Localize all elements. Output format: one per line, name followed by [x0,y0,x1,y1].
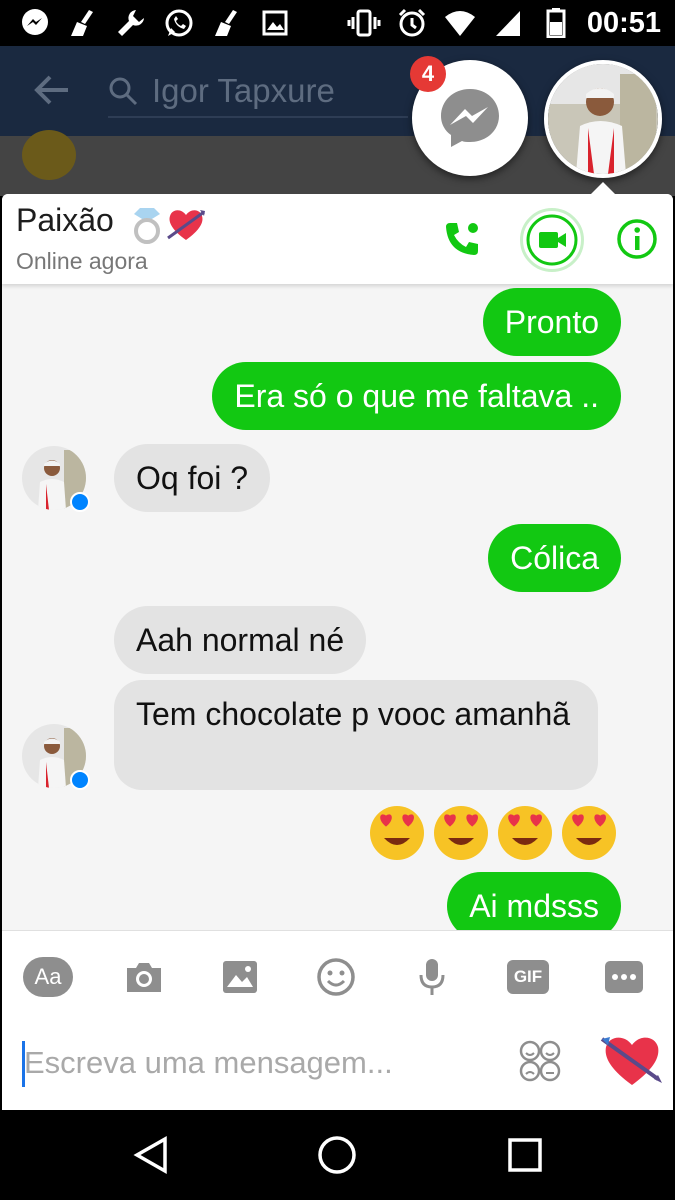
navigation-bar [0,1110,675,1200]
back-icon [133,1135,167,1175]
whatsapp-icon [162,8,196,38]
search-icon [109,77,138,106]
tongue-emoji-icon [22,130,76,180]
messenger-badge-icon [70,492,90,512]
stickers-button[interactable] [518,1039,562,1083]
text-style-button[interactable]: Aa [20,951,76,1003]
message-outgoing[interactable]: Pronto [482,288,621,356]
camera-button[interactable] [116,951,172,1003]
heart-eyes-emoji-icon [562,806,616,860]
recents-icon [508,1138,542,1172]
contact-name[interactable]: Paixão [16,202,114,239]
message-outgoing[interactable]: Cólica [488,524,621,592]
message-outgoing[interactable]: Era só o que me faltava .. [212,362,621,430]
composer-toolbar: Aa GIF [2,941,673,1011]
gallery-icon [223,961,257,993]
composer: Aa GIF [2,930,673,1110]
message-input[interactable] [24,1035,484,1091]
messenger-logo-icon [441,89,499,147]
heart-arrow-emoji-icon [600,1037,662,1085]
video-icon [526,214,578,266]
more-button[interactable] [596,951,652,1003]
contact-name-emojis [130,204,206,244]
camera-icon [127,963,161,992]
battery-icon [539,8,573,38]
broom-icon [210,8,244,38]
back-arrow-icon[interactable] [30,68,74,112]
message-incoming[interactable]: Oq foi ? [114,444,271,512]
home-button[interactable] [314,1132,360,1178]
broom-icon [66,8,100,38]
heart-eyes-emoji-icon [434,806,488,860]
voice-button[interactable] [404,951,460,1003]
clock: 00:51 [586,6,661,39]
emoji-icon [317,958,355,996]
emoji-button[interactable] [308,951,364,1003]
emoji-message[interactable] [366,800,620,862]
video-call-button[interactable] [520,208,584,272]
send-heart-button[interactable] [600,1027,664,1091]
contact-chat-head[interactable] [544,60,662,178]
heart-eyes-emoji-icon [370,806,424,860]
online-status: Online agora [16,248,148,274]
mic-icon [419,959,445,995]
recents-button[interactable] [502,1132,548,1178]
status-bar: 00:51 [0,0,675,46]
info-button[interactable] [609,211,665,267]
message-input-row [2,1023,673,1109]
alarm-icon [395,8,429,38]
phone-icon [446,223,478,255]
call-button[interactable] [434,211,490,267]
messenger-icon [18,8,52,38]
gif-button[interactable]: GIF [500,951,556,1003]
notification-icons [18,6,292,40]
signal-icon [491,8,525,38]
heart-eyes-emoji-icon [498,806,552,860]
system-icons: 00:51 [347,6,661,40]
info-icon [617,219,657,259]
message-list[interactable]: Pronto Era só o que me faltava .. Oq foi… [2,284,673,930]
image-icon [258,8,292,38]
ring-emoji-icon [134,208,160,244]
unread-badge: 4 [410,56,446,92]
search-text: Igor Tapxure [152,72,335,109]
gif-label: GIF [507,960,549,994]
search-bar[interactable]: Igor Tapxure [108,66,408,118]
gallery-button[interactable] [212,951,268,1003]
vibrate-icon [347,8,381,38]
message-outgoing[interactable]: Ai mdsss [447,872,621,930]
text-style-label: Aa [23,957,73,997]
heart-arrow-emoji-icon [167,210,205,240]
stickers-icon [519,1040,561,1082]
contact-photo [548,64,658,174]
message-incoming[interactable]: Tem chocolate p vooc amanhã [114,680,598,790]
chat-window: Paixão Online agora Pronto Era só o que … [2,194,673,1110]
home-icon [318,1136,356,1174]
message-incoming[interactable]: Aah normal né [114,606,367,674]
more-icon [605,961,643,993]
back-button[interactable] [128,1132,174,1178]
messenger-badge-icon [70,770,90,790]
wifi-icon [443,8,477,38]
wrench-icon [114,8,148,38]
chat-header: Paixão Online agora [2,194,673,284]
